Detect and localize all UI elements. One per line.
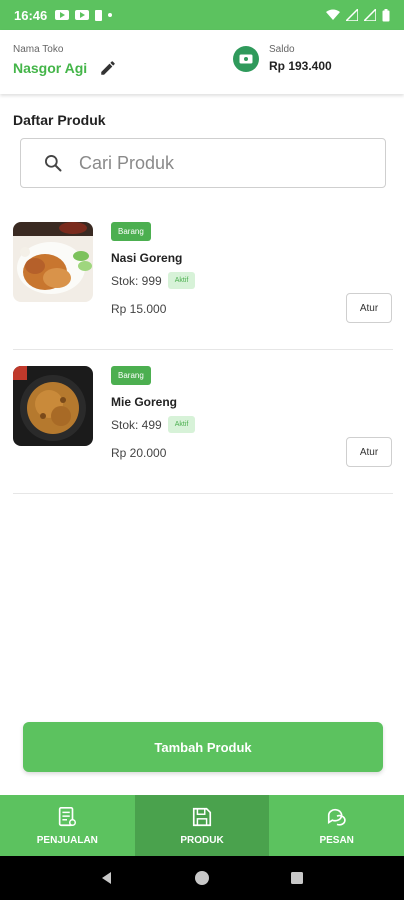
nav-label: PESAN — [319, 834, 354, 846]
category-badge: Barang — [111, 222, 151, 241]
search-input[interactable] — [79, 152, 349, 174]
product-name: Mie Goreng — [111, 395, 178, 409]
back-icon[interactable] — [99, 870, 115, 886]
product-item: Barang Mie Goreng Stok: 499 Aktif Rp 20.… — [13, 350, 393, 494]
store-header: Nama Toko Nasgor Agi Saldo Rp 193.400 — [0, 30, 404, 94]
section-title: Daftar Produk — [13, 112, 106, 128]
saldo-value: Rp 193.400 — [269, 59, 332, 73]
search-box[interactable] — [20, 138, 386, 188]
product-name: Nasi Goreng — [111, 251, 183, 265]
saldo-info[interactable]: Saldo Rp 193.400 — [233, 44, 332, 73]
status-bar: 16:46 — [0, 0, 404, 30]
search-icon — [45, 155, 62, 172]
youtube-notification-icon — [55, 10, 70, 20]
category-badge: Barang — [111, 366, 151, 385]
bottom-nav: PENJUALAN PRODUK PESAN — [0, 795, 404, 856]
fried-noodles-photo-icon — [13, 366, 93, 446]
product-price: Rp 15.000 — [111, 302, 167, 316]
store-label: Nama Toko — [13, 44, 64, 55]
nav-label: PENJUALAN — [36, 834, 98, 846]
store-info: Nama Toko Nasgor Agi — [13, 44, 117, 77]
nav-penjualan[interactable]: PENJUALAN — [0, 795, 135, 856]
nav-produk[interactable]: PRODUK — [134, 795, 270, 856]
store-name: Nasgor Agi — [13, 60, 88, 76]
product-image — [13, 222, 93, 302]
chat-icon — [327, 808, 346, 826]
add-product-button[interactable]: Tambah Produk — [23, 722, 383, 772]
product-item: Barang Nasi Goreng Stok: 999 Aktif Rp 15… — [13, 206, 393, 350]
atur-button[interactable]: Atur — [346, 437, 392, 467]
signal-icon — [346, 9, 358, 21]
product-stock: Stok: 999 — [111, 273, 162, 288]
save-icon — [192, 807, 212, 826]
stock-row: Stok: 499 Aktif — [111, 416, 196, 433]
youtube-notification-icon-2 — [75, 10, 90, 20]
home-icon[interactable] — [194, 870, 210, 886]
battery-icon — [382, 8, 390, 21]
status-time: 16:46 — [14, 7, 48, 23]
status-badge: Aktif — [167, 272, 196, 289]
store-name-row: Nasgor Agi — [13, 59, 117, 77]
atur-button[interactable]: Atur — [346, 293, 392, 323]
status-badge: Aktif — [167, 416, 196, 433]
battery-notification-icon — [95, 9, 103, 21]
nav-pesan[interactable]: PESAN — [269, 795, 404, 856]
edit-icon[interactable] — [99, 59, 117, 77]
recents-icon[interactable] — [289, 870, 305, 886]
nav-label: PRODUK — [180, 834, 224, 846]
receipt-icon — [59, 806, 77, 826]
product-stock: Stok: 499 — [111, 417, 162, 432]
fried-rice-photo-icon — [13, 222, 93, 302]
stock-row: Stok: 999 Aktif — [111, 272, 196, 289]
product-price: Rp 20.000 — [111, 446, 167, 460]
saldo-label: Saldo — [269, 44, 295, 55]
system-nav-bar — [0, 856, 404, 900]
signal-icon-2 — [364, 9, 376, 21]
product-image — [13, 366, 93, 446]
more-notifications-dot-icon — [108, 13, 113, 17]
wifi-icon — [326, 9, 340, 20]
wallet-icon — [233, 45, 259, 72]
